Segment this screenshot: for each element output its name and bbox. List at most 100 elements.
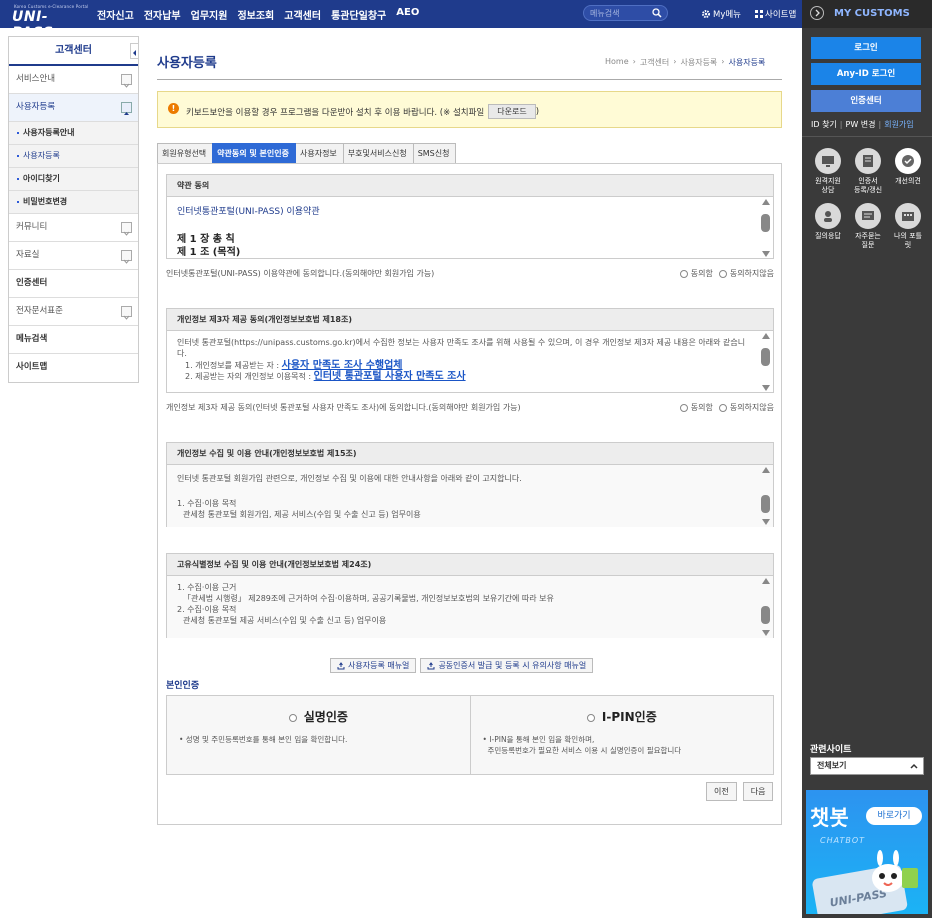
panel-toggle-button[interactable]	[810, 6, 824, 20]
feedback-link[interactable]: 개선의견	[888, 148, 928, 195]
breadcrumb-item[interactable]: 사용자등록	[680, 57, 717, 68]
portlet-link[interactable]: 나의 포틀 릿	[888, 203, 928, 250]
terms-scrollbar[interactable]	[761, 199, 771, 257]
unipass-logo[interactable]: Korea Customs e-Clearance Portal UNI-PAS…	[10, 4, 88, 41]
lnb-sub-change-password[interactable]: 비밀번호변경	[9, 191, 138, 214]
keyboard-security-notice: ! 키보드보안을 이용할 경우 프로그램을 다운받아 설치 후 이용 바랍니다.…	[157, 91, 782, 128]
collapse-icon[interactable]	[121, 102, 132, 115]
terms-chapter: 제 1 장 총 칙	[177, 234, 235, 245]
gnb-item-edi[interactable]: 전자신고	[97, 7, 134, 22]
unique-id-scrollbar[interactable]	[761, 578, 771, 636]
lnb-item-community[interactable]: 커뮤니티	[9, 214, 138, 242]
gnb-item-customer[interactable]: 고객센터	[284, 7, 321, 22]
certificate-manual-button[interactable]: 공동인증서 발급 및 등록 시 유의사항 매뉴얼	[420, 658, 594, 673]
gnb-item-aeo[interactable]: AEO	[396, 7, 419, 22]
title-divider	[157, 79, 782, 80]
collection-section: 개인정보 수집 및 이용 안내(개인정보보호법 제15조) 인터넷 통관포털 회…	[166, 442, 774, 527]
real-name-option[interactable]: 실명인증 • 성명 및 주민등록번호를 통해 본인 임을 확인합니다.	[167, 696, 470, 774]
lnb-collapse-button[interactable]	[130, 43, 139, 59]
lnb-item-cert-center[interactable]: 인증센터	[9, 270, 138, 298]
gnb-item-info[interactable]: 정보조회	[237, 7, 274, 22]
manual-label: 사용자등록 매뉴얼	[348, 661, 410, 670]
lnb-sub-registration[interactable]: 사용자등록	[9, 145, 138, 168]
unique-id-text: 1. 수집·이용 근거	[177, 583, 237, 592]
gnb-item-payment[interactable]: 전자납부	[144, 7, 181, 22]
menu-search	[583, 5, 668, 21]
collection-scrollbar[interactable]	[761, 467, 771, 525]
find-id-link[interactable]: ID 찾기	[811, 120, 837, 129]
expand-icon[interactable]	[121, 250, 132, 264]
third-party-agree-text: 개인정보 제3자 제공 동의(인터넷 통관포털 사용자 만족도 조사)에 동의합…	[166, 403, 521, 412]
change-pw-link[interactable]: PW 변경	[846, 120, 876, 129]
certificate-link[interactable]: 인증서 등록/갱신	[848, 148, 888, 195]
terms-agree-radio[interactable]: 동의함	[679, 268, 713, 279]
cert-center-button[interactable]: 인증센터	[811, 90, 921, 112]
lnb-item-menu-search[interactable]: 메뉴검색	[9, 326, 138, 354]
lnb-sub-label: 사용자등록안내	[23, 128, 75, 137]
breadcrumb-home[interactable]: Home	[605, 57, 629, 68]
third-party-content[interactable]: 인터넷 통관포털(https://unipass.customs.go.kr)에…	[167, 331, 773, 393]
signup-link[interactable]: 회원가입	[884, 120, 913, 129]
lnb-item-label: 서비스안내	[16, 74, 56, 84]
lnb-item-archive[interactable]: 자료실	[9, 242, 138, 270]
lnb-item-label: 커뮤니티	[16, 222, 48, 232]
gnb-item-single-window[interactable]: 통관단일창구	[331, 7, 386, 22]
prev-button[interactable]: 이전	[706, 782, 737, 801]
breadcrumb: Home › 고객센터 › 사용자등록 › 사용자등록	[605, 57, 766, 68]
expand-icon[interactable]	[121, 306, 132, 320]
lnb-item-sitemap[interactable]: 사이트맵	[9, 354, 138, 382]
chatbot-title: 챗봇	[810, 806, 849, 830]
third-party-text: 인터넷 통관포털(https://unipass.customs.go.kr)에…	[177, 338, 746, 358]
terms-disagree-radio[interactable]: 동의하지않음	[718, 268, 774, 279]
terms-section-title: 약관 동의	[167, 175, 773, 197]
lnb-item-label: 메뉴검색	[16, 334, 48, 344]
remote-support-link[interactable]: 원격지원 상담	[808, 148, 848, 195]
ipin-option[interactable]: I-PIN인증 • I-PIN을 통해 본인 임을 확인하며, 주민등록번호가 …	[469, 696, 774, 774]
gnb-item-support[interactable]: 업무지원	[191, 7, 228, 22]
lnb-sub-registration-guide[interactable]: 사용자등록안내	[9, 122, 138, 145]
lnb-item-label: 전자문서표준	[16, 306, 63, 316]
remote-support-label: 원격지원 상담	[815, 177, 841, 194]
related-sites-select[interactable]: 전체보기	[810, 757, 924, 775]
third-party-agree-row: 개인정보 제3자 제공 동의(인터넷 통관포털 사용자 만족도 조사)에 동의합…	[166, 402, 774, 413]
manual-buttons: 사용자등록 매뉴얼 공동인증서 발급 및 등록 시 유의사항 매뉴얼	[330, 658, 594, 673]
third-party-agree-radio[interactable]: 동의함	[679, 402, 713, 413]
lnb-item-user-registration[interactable]: 사용자등록	[9, 94, 138, 122]
third-party-scrollbar[interactable]	[761, 333, 771, 391]
collection-content[interactable]: 인터넷 통관포털 회원가입 관련으로, 개인정보 수집 및 이용에 대한 안내사…	[167, 465, 773, 527]
lnb-item-service[interactable]: 서비스안내	[9, 66, 138, 94]
faq-link[interactable]: 자주묻는 질문	[848, 203, 888, 250]
related-sites-title: 관련사이트	[810, 745, 852, 755]
next-button[interactable]: 다음	[742, 782, 774, 801]
chatbot-go-button[interactable]: 바로가기	[866, 807, 922, 825]
search-icon[interactable]	[652, 8, 662, 18]
my-customs-panel: MY CUSTOMS 로그인 Any-ID 로그인 인증센터 ID 찾기 | PW …	[802, 0, 932, 918]
download-button[interactable]: 다운로드	[488, 104, 536, 119]
menu-search-input[interactable]	[590, 7, 650, 19]
ipin-radio[interactable]	[586, 713, 595, 722]
lnb-item-edi-standard[interactable]: 전자문서표준	[9, 298, 138, 326]
breadcrumb-item[interactable]: 고객센터	[640, 57, 669, 68]
qa-link[interactable]: 질의응답	[808, 203, 848, 250]
unique-id-content[interactable]: 1. 수집·이용 근거 「관세법 시행령」 제289조에 근거하여 수집·이용하…	[167, 576, 773, 638]
ipin-description: 주민등록번호가 필요한 서비스 이용 시 실명인증이 필요합니다	[487, 746, 682, 755]
real-name-radio[interactable]	[288, 713, 297, 722]
terms-content[interactable]: 인터넷통관포털(UNI-PASS) 이용약관 제 1 장 총 칙 제 1 조 (…	[167, 197, 773, 259]
lnb-sub-find-id[interactable]: 아이디찾기	[9, 168, 138, 191]
unique-id-section-title: 고유식별정보 수집 및 이용 안내(개인정보보호법 제24조)	[167, 554, 773, 576]
step-code-service: 부호및서비스신청	[342, 143, 414, 163]
expand-icon[interactable]	[121, 222, 132, 236]
terms-section: 약관 동의 인터넷통관포털(UNI-PASS) 이용약관 제 1 장 총 칙 제…	[166, 174, 774, 259]
my-menu-link[interactable]: My메뉴	[701, 8, 741, 20]
warning-icon: !	[168, 103, 179, 114]
chatbot-banner[interactable]: 챗봇 바로가기 CHATBOT UNI-PASS	[806, 790, 928, 914]
login-button[interactable]: 로그인	[811, 37, 921, 59]
sitemap-link[interactable]: 사이트맵	[755, 8, 796, 20]
registration-manual-button[interactable]: 사용자등록 매뉴얼	[330, 658, 417, 673]
anyid-login-button[interactable]: Any-ID 로그인	[811, 63, 921, 85]
chevron-left-icon	[133, 50, 136, 56]
left-navigation: 고객센터 서비스안내 사용자등록 사용자등록안내 사용자등록 아이디찾기 비밀번…	[8, 36, 139, 383]
expand-icon[interactable]	[121, 74, 132, 88]
faq-icon	[862, 211, 874, 220]
third-party-disagree-radio[interactable]: 동의하지않음	[718, 402, 774, 413]
